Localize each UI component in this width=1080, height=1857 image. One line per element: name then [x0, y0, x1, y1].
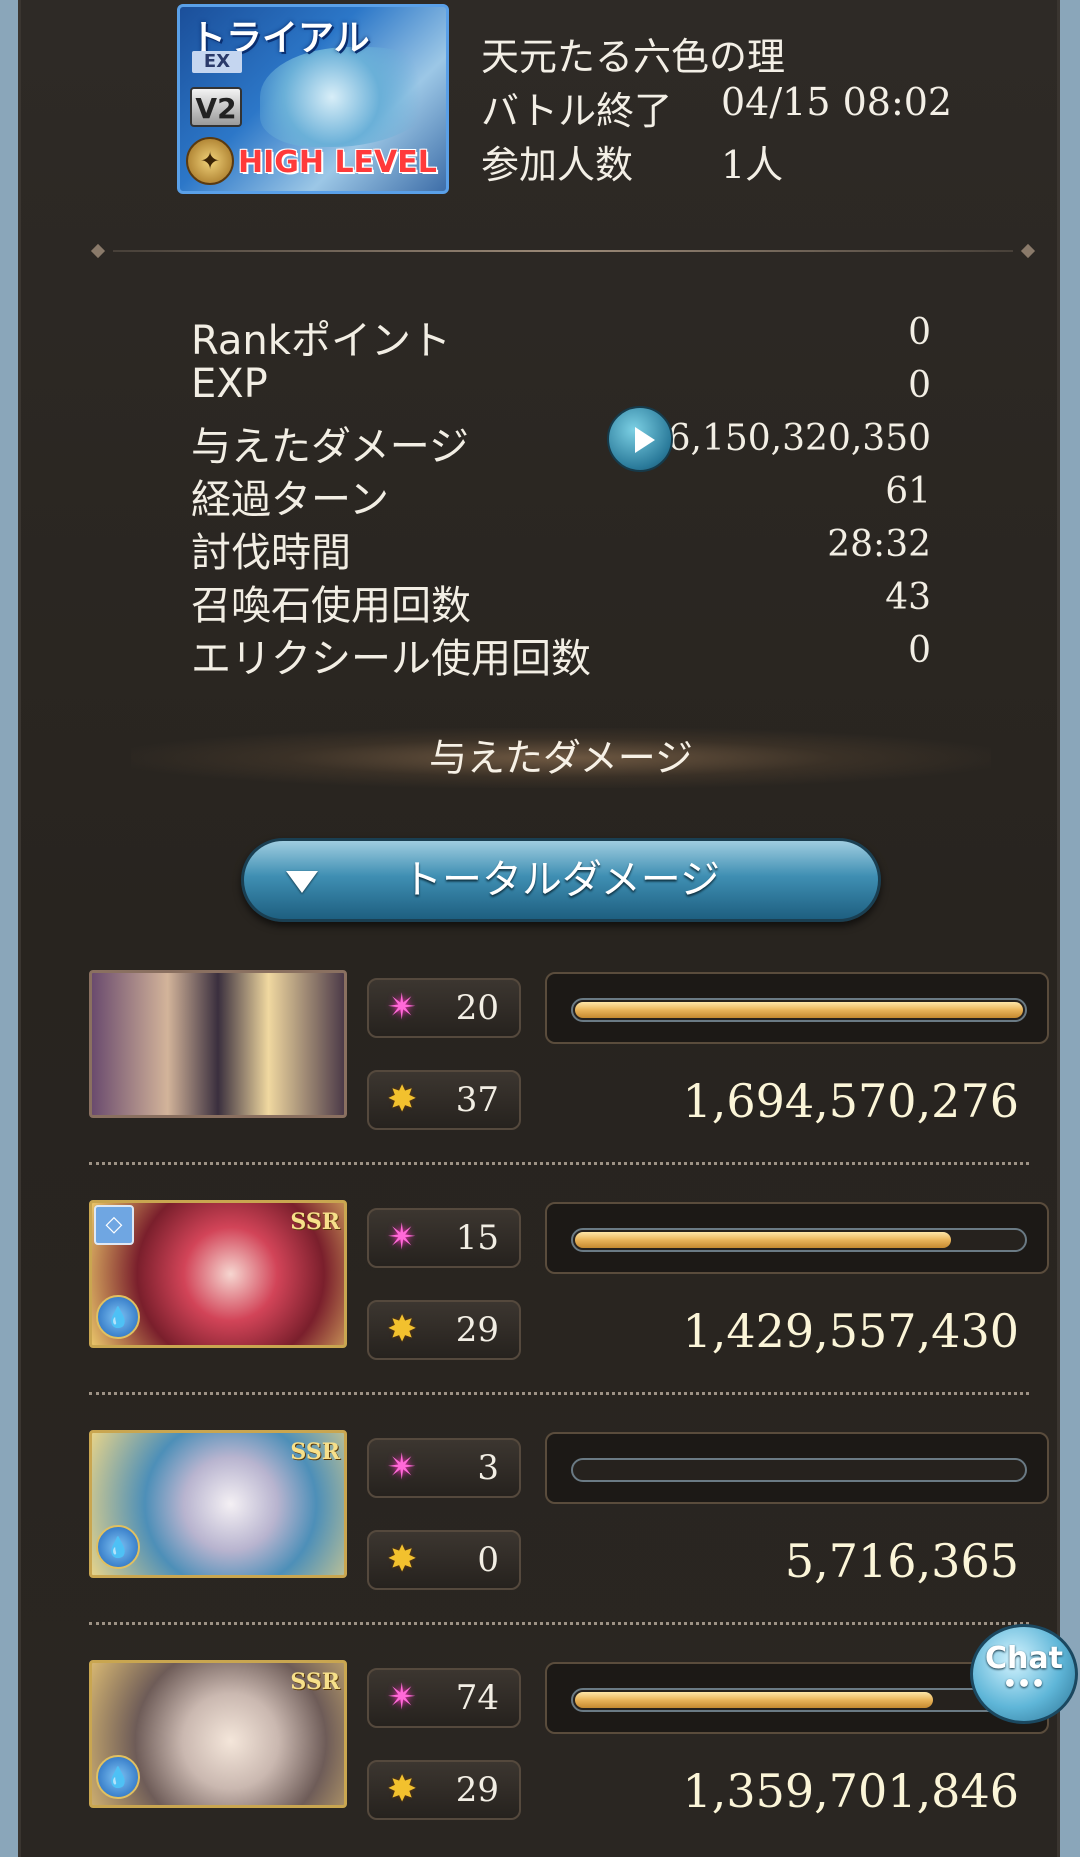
- quest-name: 天元たる六色の理: [481, 35, 786, 79]
- quest-banner: トライアル EX V2 ✦ HIGH LEVEL: [177, 4, 449, 194]
- damage-bar-track: [571, 1688, 1027, 1712]
- stat-label: EXP: [191, 361, 268, 407]
- row-divider: [89, 1622, 1029, 1625]
- level-emblem-icon: ✦: [186, 137, 234, 185]
- stat-value: 6,150,320,350: [667, 418, 931, 459]
- charge-attack-icon: ✸: [387, 1539, 418, 1580]
- ca-count-box: ✸ 29: [367, 1760, 521, 1820]
- damage-bar-fill: [575, 1232, 952, 1248]
- rarity-badge: SSR: [290, 1669, 340, 1695]
- row-divider: [89, 1392, 1029, 1395]
- damage-bar-fill: [575, 1002, 1023, 1018]
- character-portrait[interactable]: ◇ SSR 💧: [89, 1200, 347, 1348]
- skill-count: 3: [477, 1448, 499, 1488]
- participants-row: 参加人数 1人: [481, 134, 783, 189]
- character-portrait[interactable]: SSR 💧: [89, 1430, 347, 1578]
- damage-type-dropdown[interactable]: トータルダメージ: [241, 838, 881, 922]
- star-burst-icon: ✴: [387, 987, 418, 1028]
- damage-value: 1,694,570,276: [682, 1074, 1019, 1128]
- participants-value: 1人: [721, 143, 784, 187]
- star-burst-icon: ✴: [387, 1447, 418, 1488]
- stat-row-exp: EXP 0: [191, 361, 931, 411]
- water-element-icon: 💧: [96, 1755, 140, 1799]
- stat-row-turns: 経過ターン 61: [191, 467, 931, 523]
- character-row: ◇ SSR 💧 ✴ 15 ✸ 29 1,429,557,430: [89, 1200, 1049, 1390]
- ring-icon: ◇: [94, 1205, 134, 1245]
- battle-end-value: 04/15 08:02: [721, 80, 953, 124]
- stat-row-summons: 召喚石使用回数 43: [191, 573, 931, 629]
- ca-count: 29: [455, 1770, 499, 1810]
- star-burst-icon: ✴: [387, 1677, 418, 1718]
- stat-row-time: 討伐時間 28:32: [191, 520, 931, 576]
- rarity-badge: SSR: [290, 1439, 340, 1465]
- quest-art: [260, 47, 440, 147]
- damage-bar-track: [571, 1228, 1027, 1252]
- stat-label: 経過ターン: [191, 477, 389, 523]
- chat-button[interactable]: Chat •••: [970, 1624, 1078, 1724]
- character-portrait[interactable]: [89, 970, 347, 1118]
- damage-bar-track: [571, 998, 1027, 1022]
- chat-dots: •••: [1002, 1672, 1046, 1697]
- stat-value: 28:32: [827, 524, 931, 565]
- charge-attack-icon: ✸: [387, 1309, 418, 1350]
- high-level-label: HIGH LEVEL: [238, 145, 437, 180]
- ca-count: 0: [477, 1540, 499, 1580]
- chat-label: Chat: [985, 1641, 1063, 1676]
- character-row: SSR 💧 ✴ 3 ✸ 0 5,716,365: [89, 1430, 1049, 1620]
- dropdown-label: トータルダメージ: [402, 857, 720, 903]
- stat-row-damage: 与えたダメージ 6,150,320,350: [191, 414, 931, 470]
- rarity-badge: SSR: [290, 1209, 340, 1235]
- skill-count: 74: [455, 1678, 499, 1718]
- stat-label: 与えたダメージ: [191, 424, 469, 470]
- ornamental-divider: [90, 243, 1036, 259]
- stat-value: 0: [908, 630, 931, 671]
- character-portrait[interactable]: SSR 💧: [89, 1660, 347, 1808]
- stat-label: エリクシール使用回数: [191, 636, 591, 682]
- skill-count-box: ✴ 74: [367, 1668, 521, 1728]
- damage-bar: [545, 1202, 1049, 1274]
- result-panel: トライアル EX V2 ✦ HIGH LEVEL 天元たる六色の理 バトル終了 …: [18, 0, 1060, 1857]
- damage-bar-track: [571, 1458, 1027, 1482]
- damage-bar: [545, 972, 1049, 1044]
- stat-value: 43: [885, 577, 931, 618]
- play-icon[interactable]: [607, 406, 673, 472]
- damage-section-title: 与えたダメージ: [131, 728, 991, 788]
- skill-count-box: ✴ 3: [367, 1438, 521, 1498]
- stat-label: 討伐時間: [191, 530, 351, 576]
- ca-count: 37: [455, 1080, 499, 1120]
- v2-badge: V2: [190, 87, 242, 127]
- damage-value: 1,359,701,846: [682, 1764, 1019, 1818]
- water-element-icon: 💧: [96, 1295, 140, 1339]
- skill-count: 15: [455, 1218, 499, 1258]
- water-element-icon: 💧: [96, 1525, 140, 1569]
- stat-row-rank: Rankポイント 0: [191, 308, 931, 364]
- ca-count-box: ✸ 37: [367, 1070, 521, 1130]
- charge-attack-icon: ✸: [387, 1079, 418, 1120]
- stat-row-elixir: エリクシール使用回数 0: [191, 626, 931, 682]
- damage-value: 5,716,365: [784, 1534, 1019, 1588]
- battle-end-row: バトル終了 04/15 08:02: [481, 80, 952, 135]
- damage-bar: [545, 1432, 1049, 1504]
- ex-badge: EX: [192, 51, 242, 73]
- character-row: ✴ 20 ✸ 37 1,694,570,276: [89, 970, 1049, 1160]
- damage-value: 1,429,557,430: [682, 1304, 1019, 1358]
- row-divider: [89, 1162, 1029, 1165]
- stat-value: 0: [908, 365, 931, 406]
- ca-count-box: ✸ 0: [367, 1530, 521, 1590]
- damage-bar-fill: [575, 1692, 934, 1708]
- ca-count-box: ✸ 29: [367, 1300, 521, 1360]
- stat-label: Rankポイント: [191, 318, 451, 364]
- stat-value: 0: [908, 312, 931, 353]
- skill-count: 20: [455, 988, 499, 1028]
- ca-count: 29: [455, 1310, 499, 1350]
- battle-end-label: バトル終了: [481, 89, 673, 133]
- skill-count-box: ✴ 20: [367, 978, 521, 1038]
- skill-count-box: ✴ 15: [367, 1208, 521, 1268]
- participants-label: 参加人数: [481, 143, 634, 187]
- character-row: SSR 💧 ✴ 74 ✸ 29 1,359,701,846: [89, 1660, 1049, 1850]
- stat-label: 召喚石使用回数: [191, 583, 471, 629]
- charge-attack-icon: ✸: [387, 1769, 418, 1810]
- stat-value: 61: [885, 471, 931, 512]
- star-burst-icon: ✴: [387, 1217, 418, 1258]
